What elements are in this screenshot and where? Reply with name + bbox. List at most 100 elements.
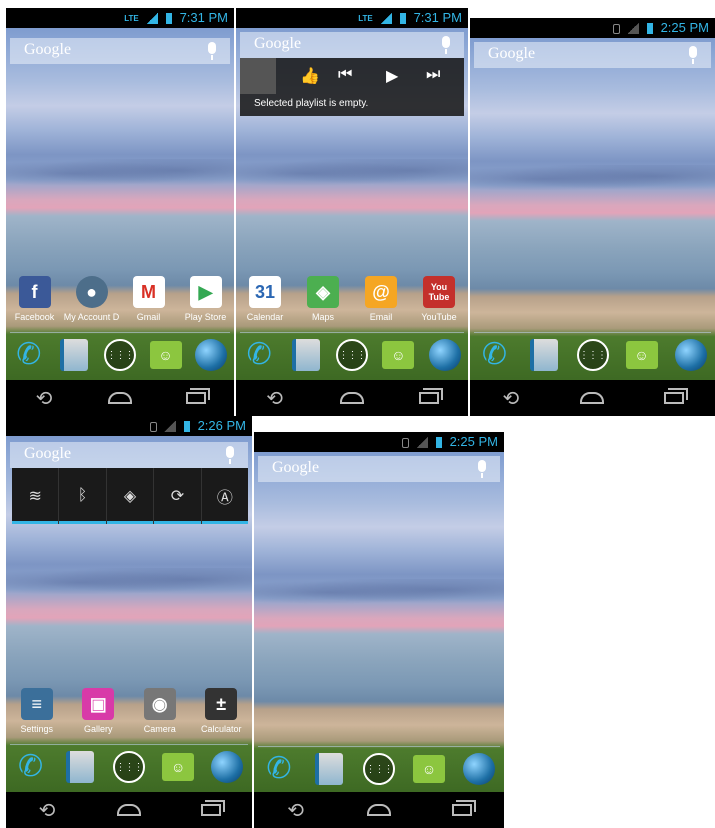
dock: ✆ ⋮⋮⋮ ☺ (6, 750, 252, 784)
recents-icon[interactable] (448, 802, 476, 818)
recents-icon[interactable] (660, 390, 688, 406)
brightness-icon[interactable]: Ⓐ (201, 468, 249, 524)
app-gmail[interactable]: M Gmail (121, 276, 177, 322)
music-widget: 👍 ⏮ ▶ ⏭ Selected playlist is empty. (240, 58, 464, 116)
back-icon[interactable]: ⟲ (30, 388, 58, 410)
play-icon[interactable]: ▶ (386, 66, 398, 86)
lte-icon: LTE (358, 13, 373, 23)
back-icon[interactable]: ⟲ (33, 800, 61, 822)
home-icon[interactable] (115, 802, 143, 818)
previous-icon[interactable]: ⏮ (338, 66, 352, 84)
battery-icon (165, 13, 172, 25)
messaging-icon[interactable]: ☺ (412, 752, 446, 786)
browser-icon[interactable] (210, 750, 244, 784)
app-email[interactable]: @ Email (353, 276, 409, 322)
app-camera[interactable]: ◉ Camera (132, 688, 188, 734)
app-facebook[interactable]: f Facebook (7, 276, 63, 322)
status-time: 2:25 PM (449, 434, 498, 449)
dock-divider (240, 332, 464, 333)
contacts-icon[interactable] (289, 338, 323, 372)
home-icon[interactable] (578, 390, 606, 406)
phone-icon[interactable]: ✆ (262, 752, 296, 786)
screen-1: LTE 7:31 PM Google f Facebook ● My Accou… (6, 8, 234, 416)
phone-icon[interactable]: ✆ (478, 338, 512, 372)
battery-icon (183, 421, 190, 433)
status-bar: 2:26 PM (6, 416, 252, 436)
dock: ✆ ⋮⋮⋮ ☺ (236, 338, 468, 372)
nav-bar: ⟲ (6, 380, 234, 416)
google-search-bar[interactable]: Google (258, 456, 500, 482)
contacts-icon[interactable] (312, 752, 346, 786)
sync-icon[interactable]: ⟳ (154, 468, 202, 524)
back-icon[interactable]: ⟲ (282, 800, 310, 822)
nav-bar: ⟲ (6, 792, 252, 828)
recents-icon[interactable] (197, 802, 225, 818)
gps-icon[interactable]: ◈ (106, 468, 155, 524)
all-apps-icon[interactable]: ⋮⋮⋮ (112, 750, 146, 784)
browser-icon[interactable] (194, 338, 228, 372)
wifi-icon[interactable]: ≋ (12, 468, 60, 524)
my-account-icon: ● (75, 276, 108, 308)
messaging-icon[interactable]: ☺ (149, 338, 183, 372)
home-icon[interactable] (338, 390, 366, 406)
thumbs-up-icon[interactable]: 👍 (300, 66, 320, 86)
screen-3: 2:25 PM Google ✆ ⋮⋮⋮ ☺ ⟲ (470, 18, 715, 416)
google-search-bar[interactable]: Google (10, 442, 248, 468)
messaging-icon[interactable]: ☺ (161, 750, 195, 784)
app-maps[interactable]: ◈ Maps (295, 276, 351, 322)
battery-icon (435, 437, 442, 449)
settings-icon: ≡ (20, 688, 53, 720)
phone-icon[interactable]: ✆ (14, 750, 48, 784)
dock-divider (10, 332, 230, 333)
bluetooth-icon[interactable]: ᛒ (59, 468, 107, 524)
status-bar: LTE 7:31 PM (6, 8, 234, 28)
messaging-icon[interactable]: ☺ (625, 338, 659, 372)
back-icon[interactable]: ⟲ (261, 388, 289, 410)
signal-icon (627, 23, 640, 35)
dock: ✆ ⋮⋮⋮ ☺ (470, 338, 715, 372)
app-youtube[interactable]: You Tube YouTube (411, 276, 467, 322)
mic-icon[interactable] (478, 460, 486, 478)
phone-icon[interactable]: ✆ (12, 338, 46, 372)
back-icon[interactable]: ⟲ (497, 388, 525, 410)
status-bar: 2:25 PM (254, 432, 504, 452)
home-icon[interactable] (365, 802, 393, 818)
all-apps-icon[interactable]: ⋮⋮⋮ (362, 752, 396, 786)
all-apps-icon[interactable]: ⋮⋮⋮ (576, 338, 610, 372)
signal-icon (380, 13, 393, 25)
app-play-store[interactable]: ▶ Play Store (178, 276, 234, 322)
google-search-bar[interactable]: Google (10, 38, 230, 64)
mic-icon[interactable] (226, 446, 234, 464)
app-calculator[interactable]: ± Calculator (193, 688, 249, 734)
browser-icon[interactable] (462, 752, 496, 786)
contacts-icon[interactable] (63, 750, 97, 784)
phone-icon[interactable]: ✆ (242, 338, 276, 372)
browser-icon[interactable] (674, 338, 708, 372)
contacts-icon[interactable] (57, 338, 91, 372)
app-gallery[interactable]: ▣ Gallery (70, 688, 126, 734)
battery-icon (399, 13, 406, 25)
camera-icon: ◉ (143, 688, 176, 720)
google-search-bar[interactable]: Google (240, 32, 464, 58)
maps-icon: ◈ (307, 276, 339, 308)
calendar-icon: 31 (249, 276, 281, 308)
mic-icon[interactable] (689, 46, 697, 64)
app-settings[interactable]: ≡ Settings (9, 688, 65, 734)
recents-icon[interactable] (182, 390, 210, 406)
recents-icon[interactable] (415, 390, 443, 406)
contacts-icon[interactable] (527, 338, 561, 372)
home-icon[interactable] (106, 390, 134, 406)
messaging-icon[interactable]: ☺ (381, 338, 415, 372)
google-search-bar[interactable]: Google (474, 42, 711, 68)
mic-icon[interactable] (208, 42, 216, 60)
dock-divider (474, 332, 711, 333)
all-apps-icon[interactable]: ⋮⋮⋮ (335, 338, 369, 372)
next-icon[interactable]: ⏭ (426, 66, 440, 84)
app-calendar[interactable]: 31 Calendar (237, 276, 293, 322)
vibrate-icon (401, 437, 409, 448)
app-my-account[interactable]: ● My Account D (64, 276, 120, 322)
signal-icon (416, 437, 429, 449)
browser-icon[interactable] (428, 338, 462, 372)
all-apps-icon[interactable]: ⋮⋮⋮ (103, 338, 137, 372)
mic-icon[interactable] (442, 36, 450, 54)
